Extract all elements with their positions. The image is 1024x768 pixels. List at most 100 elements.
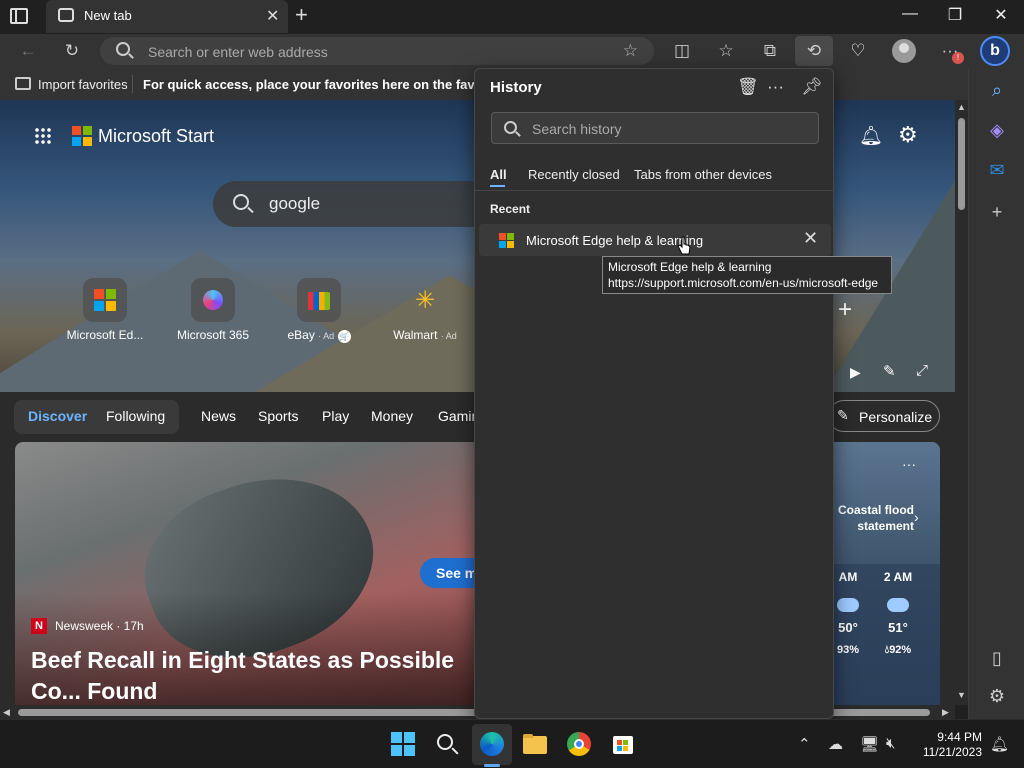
rain-cloud-icon: [837, 598, 859, 612]
vertical-scrollbar[interactable]: ▲ ▼: [955, 100, 968, 705]
scroll-right-icon[interactable]: ▶: [942, 707, 949, 718]
play-icon[interactable]: ▶: [850, 364, 861, 381]
tab-new-tab[interactable]: New tab ✕: [46, 0, 288, 33]
nav-item-play[interactable]: Play: [322, 408, 349, 424]
expand-icon[interactable]: ⤢: [916, 362, 928, 379]
search-icon: [233, 194, 249, 210]
personalize-label: Personalize: [859, 409, 933, 425]
performance-heart-icon[interactable]: ♡: [846, 41, 870, 61]
more-options-icon[interactable]: ···: [902, 456, 916, 472]
settings-gear-icon[interactable]: ⚙: [898, 122, 918, 148]
edge-icon[interactable]: [480, 732, 504, 756]
notifications-bell-icon[interactable]: 🔔︎: [859, 124, 883, 148]
add-sidebar-app-icon[interactable]: +: [969, 202, 1024, 223]
walmart-spark-icon: ✳: [415, 287, 436, 314]
forecast-humidity: 92%: [889, 644, 912, 656]
nav-item-news[interactable]: News: [201, 408, 236, 424]
news-headline[interactable]: Beef Recall in Eight States as Possible …: [31, 645, 495, 705]
tab-following[interactable]: Following: [106, 408, 165, 424]
edit-background-icon[interactable]: ✎: [883, 362, 896, 380]
web-search-input[interactable]: google: [269, 194, 320, 214]
scroll-thumb[interactable]: [958, 118, 965, 210]
weather-alert[interactable]: Coastal flood statement: [834, 502, 914, 534]
outlook-icon[interactable]: ✉: [969, 160, 1024, 181]
volume-muted-icon[interactable]: 🔇︎: [886, 735, 895, 752]
brand-title[interactable]: Microsoft Start: [98, 126, 214, 147]
favorite-star-icon[interactable]: ☆: [623, 41, 638, 61]
history-tooltip: Microsoft Edge help & learning https://s…: [602, 256, 892, 294]
new-tab-favicon-icon: [58, 8, 74, 22]
history-search-input[interactable]: Search history: [532, 121, 621, 137]
close-window-icon[interactable]: ✕: [981, 5, 1021, 25]
clock[interactable]: 9:44 PM 11/21/2023: [918, 730, 982, 760]
more-options-icon[interactable]: ···: [767, 77, 784, 97]
scroll-down-icon[interactable]: ▼: [957, 690, 966, 700]
address-bar[interactable]: Search or enter web address ☆: [100, 37, 654, 65]
tab-discover[interactable]: Discover: [28, 408, 87, 424]
sidebar-settings-icon[interactable]: ⚙: [969, 686, 1024, 707]
notifications-bell-icon[interactable]: 🔔︎: [990, 735, 1009, 753]
quick-link-walmart[interactable]: ✳ Walmart · Ad: [375, 278, 475, 342]
import-favorites-link[interactable]: Import favorites: [38, 77, 128, 92]
notification-badge: !: [952, 52, 964, 64]
search-icon: [116, 42, 130, 56]
edit-pencil-icon: ✎: [837, 407, 849, 423]
chrome-icon[interactable]: [567, 732, 591, 756]
scroll-up-icon[interactable]: ▲: [957, 102, 966, 112]
chevron-right-icon[interactable]: ›: [914, 509, 919, 525]
network-icon[interactable]: 🖥︎: [860, 735, 879, 753]
file-explorer-icon[interactable]: [523, 732, 547, 756]
microsoft-store-icon[interactable]: [611, 732, 635, 756]
ebay-bag-icon: [297, 278, 341, 322]
cloud-sync-icon[interactable]: ☁: [828, 735, 843, 753]
close-tab-icon[interactable]: ✕: [266, 6, 279, 26]
tab-other-devices[interactable]: Tabs from other devices: [634, 167, 772, 182]
search-icon[interactable]: ⌕: [969, 80, 1024, 101]
nav-item-money[interactable]: Money: [371, 408, 413, 424]
personalize-button[interactable]: ✎ Personalize: [828, 400, 940, 432]
address-input[interactable]: Search or enter web address: [148, 44, 328, 60]
back-icon[interactable]: ←: [16, 41, 40, 61]
add-quick-link-icon[interactable]: +: [838, 296, 852, 324]
microsoft-365-icon: [191, 278, 235, 322]
nav-item-sports[interactable]: Sports: [258, 408, 298, 424]
refresh-icon[interactable]: ↻: [60, 41, 84, 61]
tab-actions-icon[interactable]: [10, 8, 28, 24]
tooltip-title: Microsoft Edge help & learning: [608, 260, 772, 274]
profile-avatar[interactable]: [892, 39, 916, 63]
collections-icon[interactable]: ⧉: [758, 41, 782, 61]
split-screen-icon[interactable]: ◫: [670, 41, 694, 61]
restore-icon[interactable]: ❐: [935, 5, 975, 25]
hand-cursor-icon: [677, 236, 691, 255]
new-tab-plus-icon[interactable]: +: [295, 2, 308, 28]
history-title: History: [490, 79, 542, 96]
pin-icon[interactable]: 📌︎: [801, 77, 823, 97]
app-launcher-icon[interactable]: [34, 127, 52, 145]
trash-icon[interactable]: 🗑︎: [737, 77, 759, 97]
hide-sidebar-icon[interactable]: ▯: [969, 648, 1024, 669]
quick-link-microsoft-365[interactable]: Microsoft 365: [163, 278, 263, 342]
delete-history-item-icon[interactable]: ✕: [803, 228, 818, 249]
tab-recently-closed[interactable]: Recently closed: [528, 167, 620, 182]
web-search-box[interactable]: google: [213, 181, 493, 227]
tab-all[interactable]: All: [490, 167, 507, 182]
bing-copilot-icon[interactable]: b: [980, 36, 1010, 66]
history-icon[interactable]: ⟲: [802, 41, 826, 61]
copilot-icon[interactable]: ◈: [969, 120, 1024, 141]
hourly-forecast: AM 50° 93%: [830, 570, 870, 656]
windows-start-icon[interactable]: [391, 732, 415, 756]
rain-cloud-icon: [887, 598, 909, 612]
weather-card[interactable]: ··· Coastal flood statement › AM 50° 93%…: [830, 442, 940, 705]
quick-link-label: Walmart: [393, 328, 438, 342]
favorites-hint: For quick access, place your favorites h…: [143, 77, 529, 92]
history-search-box[interactable]: Search history: [491, 112, 819, 144]
taskbar-search-icon[interactable]: [435, 732, 459, 756]
scroll-left-icon[interactable]: ◀: [3, 707, 10, 718]
quick-link-ebay[interactable]: eBay · Ad 🛒: [269, 278, 369, 343]
section-header-recent: Recent: [490, 202, 531, 216]
show-hidden-icons-chevron-icon[interactable]: ⌃: [798, 735, 811, 753]
history-item[interactable]: Microsoft Edge help & learning ✕: [479, 224, 831, 256]
quick-link-microsoft-edge[interactable]: Microsoft Ed...: [55, 278, 155, 342]
minimize-icon[interactable]: —: [890, 5, 930, 23]
favorites-icon[interactable]: ☆: [714, 41, 738, 61]
